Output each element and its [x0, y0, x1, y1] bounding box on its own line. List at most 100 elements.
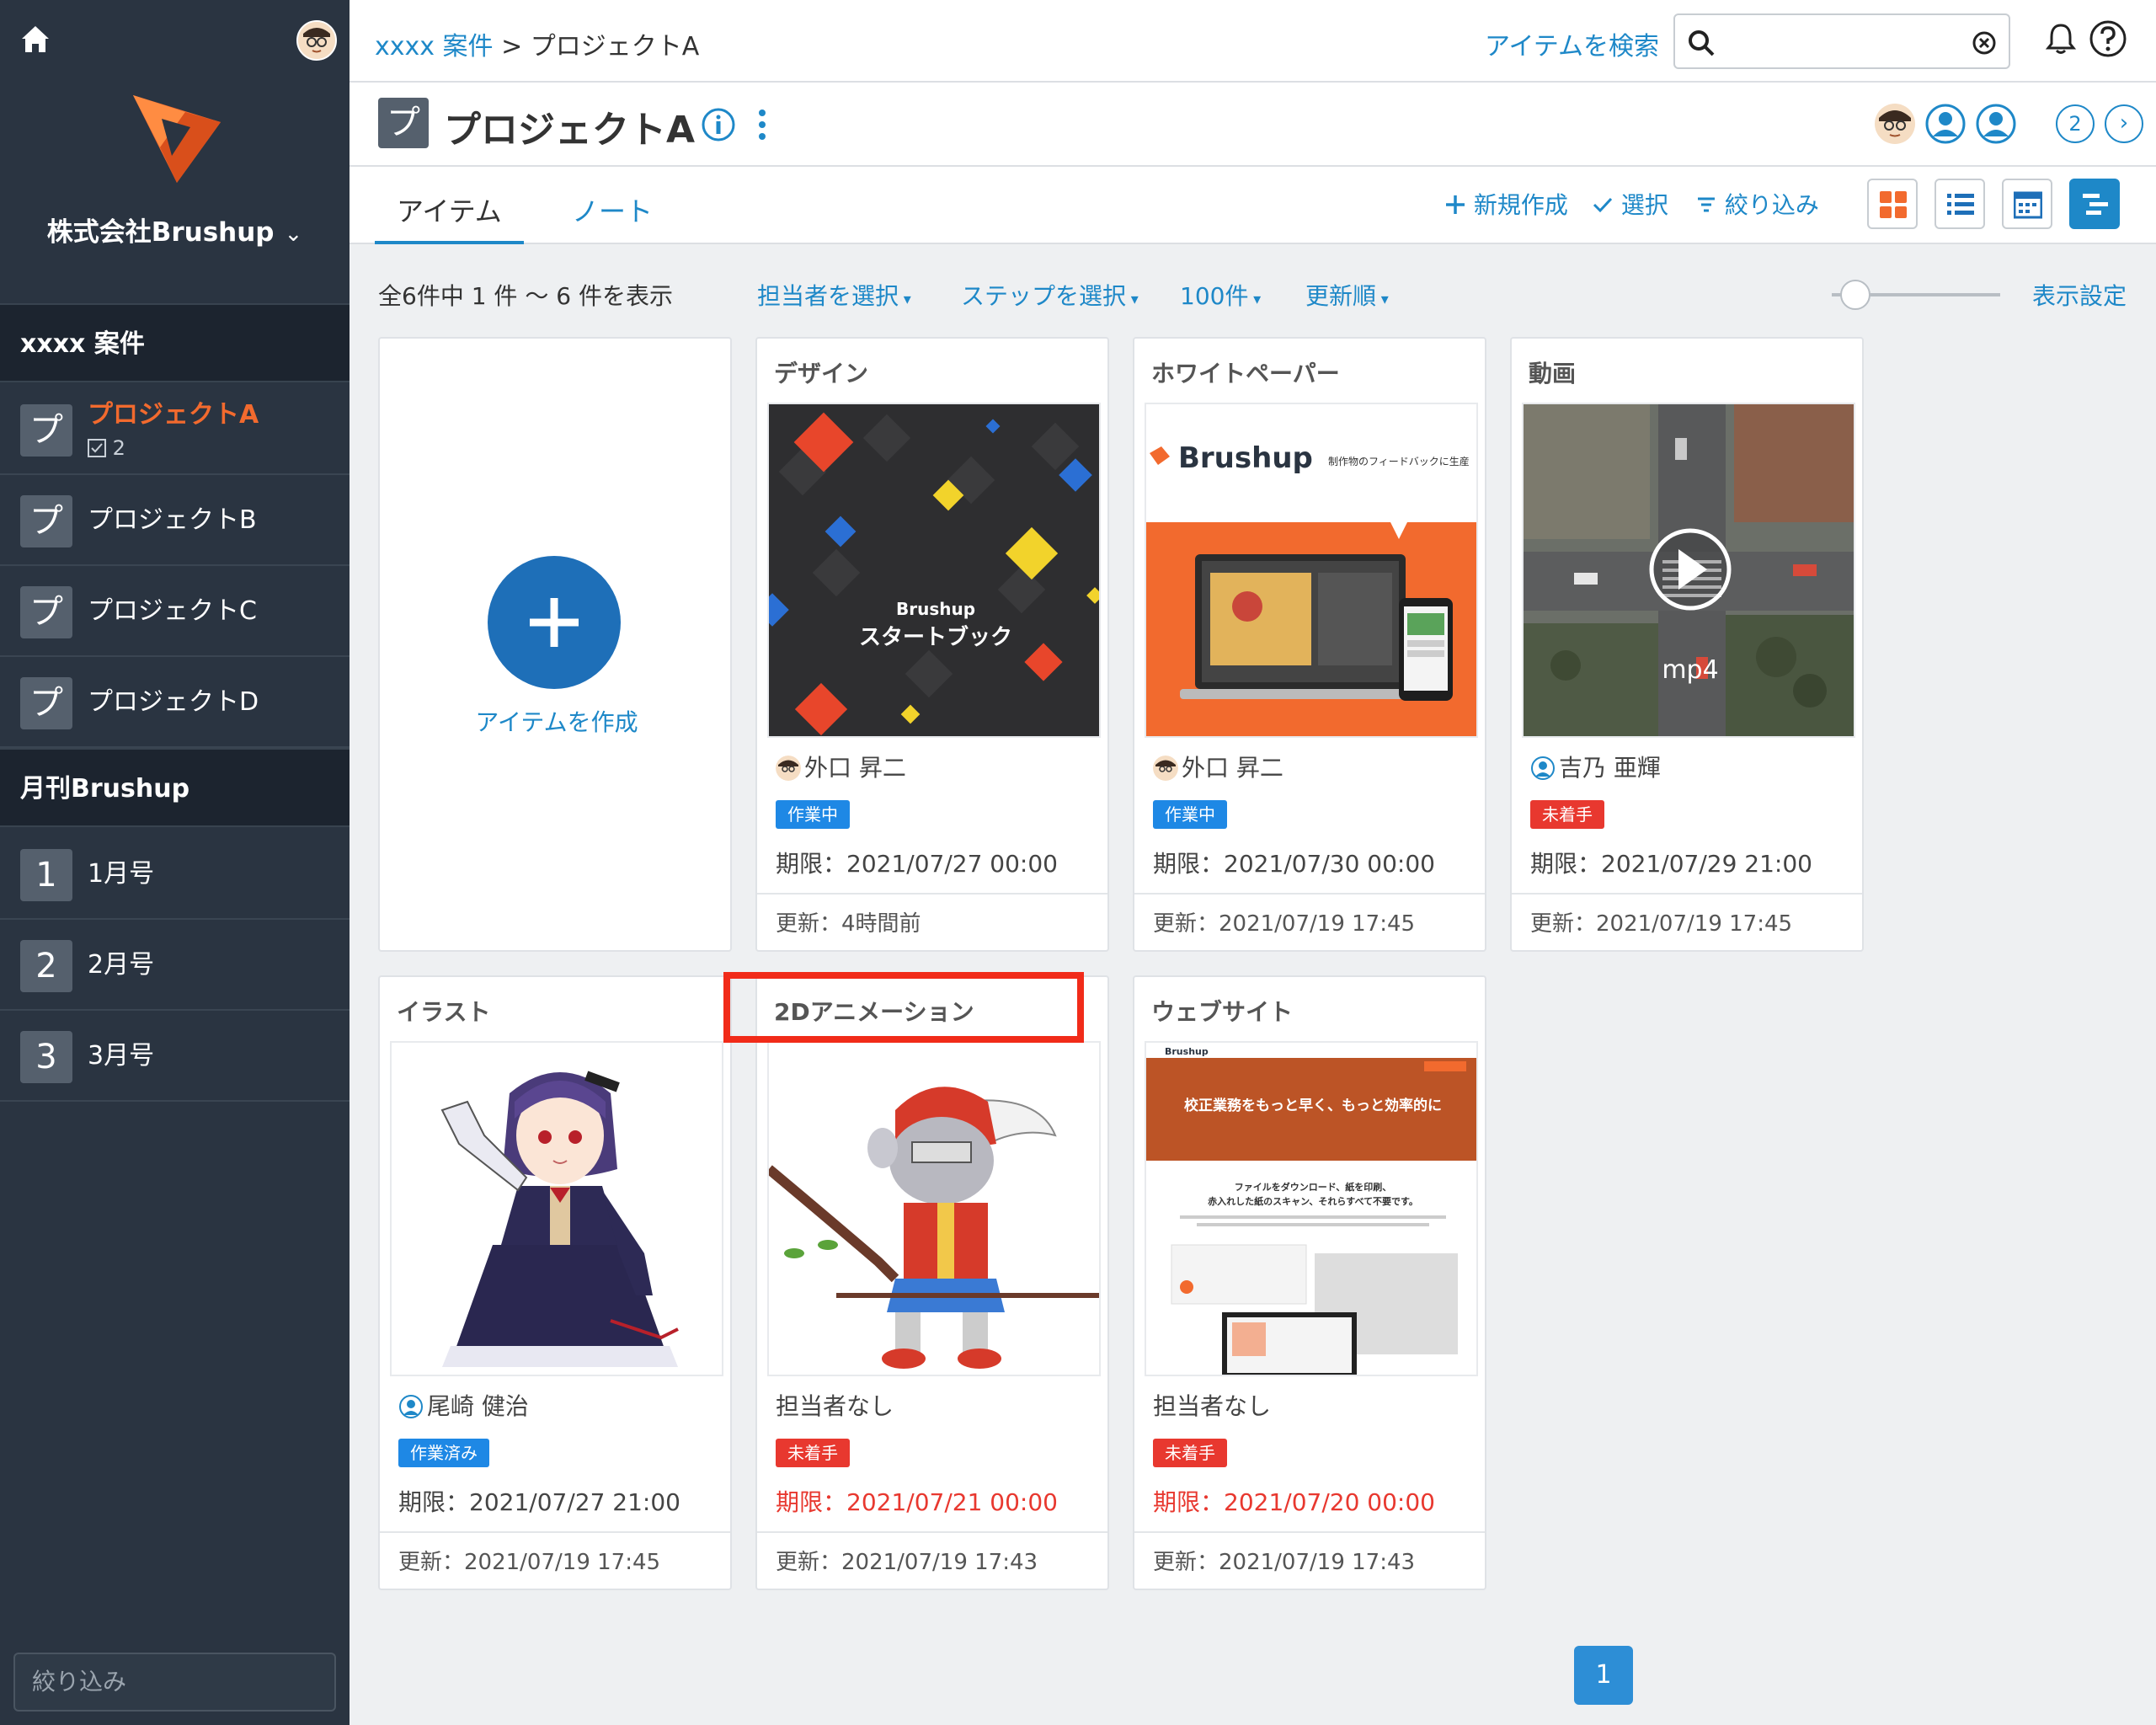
video-thumbnail-image: mp4 — [1524, 404, 1854, 736]
filter-bar: 全6件中 1 件 〜 6 件を表示 担当者を選択 ▾ ステップを選択 ▾ 100… — [350, 244, 2156, 345]
user-icon — [1531, 756, 1555, 780]
assignee-select[interactable]: 担当者を選択 ▾ — [757, 278, 911, 312]
pagination-page-1[interactable]: 1 — [1574, 1646, 1633, 1705]
sidebar-section-title[interactable]: xxxx 案件 — [0, 303, 350, 382]
sidebar-item-project-a[interactable]: プ プロジェクトA 2 — [0, 384, 350, 475]
item-card-2d-animation[interactable]: 2Dアニメーション 担当者なし 未着手 期限：2021/07/21 00:00 … — [755, 975, 1109, 1590]
sidebar-item-label: 1月号 — [88, 859, 155, 889]
grid-view-button[interactable] — [1867, 179, 1918, 229]
sidebar-filter-input[interactable]: 絞り込み — [13, 1653, 336, 1712]
item-card-whitepaper[interactable]: ホワイトペーパー Brushup 制作物のフィードバックに生産 外口 昇二 作業… — [1133, 337, 1486, 952]
sidebar-item-issue-2[interactable]: 2 2月号 — [0, 920, 350, 1011]
sidebar-item-project-b[interactable]: プ プロジェクトB — [0, 475, 350, 566]
filter-button[interactable]: 絞り込み — [1695, 187, 1819, 221]
status-badge: 未着手 — [1530, 800, 1604, 829]
sort-select[interactable]: 更新順 ▾ — [1305, 278, 1389, 312]
breadcrumb-link[interactable]: xxxx 案件 — [375, 32, 494, 61]
card-thumbnail[interactable]: Brushup 制作物のフィードバックに生産 — [1145, 403, 1478, 738]
create-item-label[interactable]: アイテムを作成 — [380, 704, 730, 738]
member-avatar[interactable] — [1924, 103, 1967, 145]
gantt-view-button[interactable] — [2069, 179, 2120, 229]
card-title[interactable]: デザイン — [774, 355, 868, 389]
list-view-button[interactable] — [1935, 179, 1985, 229]
svg-text:赤入れした紙のスキャン、それらすべて不要です。: 赤入れした紙のスキャン、それらすべて不要です。 — [1208, 1195, 1418, 1207]
card-thumbnail[interactable] — [390, 1041, 723, 1376]
caret-down-icon: ▾ — [899, 291, 911, 308]
project-badge: プ — [20, 677, 72, 729]
item-card-illustration[interactable]: イラスト 尾崎 健治 作業済み 期限：2021/07/27 21:00 更新：2… — [378, 975, 732, 1590]
chevron-down-icon: ⌄ — [284, 222, 303, 247]
grid-icon — [1880, 191, 1907, 218]
checkbox-icon — [88, 439, 106, 457]
project-badge: プ — [20, 495, 72, 547]
sidebar-item-issue-3[interactable]: 3 3月号 — [0, 1011, 350, 1102]
main-area: xxxx 案件 > プロジェクトA アイテムを検索 プ プロジェクトA 2 › … — [350, 0, 2156, 1725]
more-options-icon[interactable] — [754, 104, 771, 145]
tab-notes[interactable]: ノート — [572, 190, 653, 244]
project-badge: プ — [20, 404, 72, 457]
card-due-date: 期限：2021/07/20 00:00 — [1153, 1488, 1435, 1516]
create-item-card[interactable]: アイテムを作成 — [378, 337, 732, 952]
sidebar-item-label: 3月号 — [88, 1041, 155, 1071]
item-card-video[interactable]: 動画 mp4 吉乃 亜輝 未着手 期限：2021/07/29 21:00 更新：… — [1510, 337, 1864, 952]
card-title[interactable]: 動画 — [1529, 355, 1576, 389]
search-items-link[interactable]: アイテムを検索 — [1485, 25, 1659, 62]
member-avatar[interactable] — [1975, 103, 2017, 145]
info-icon[interactable] — [700, 106, 737, 143]
svg-text:スタートブック: スタートブック — [859, 624, 1012, 650]
user-avatar[interactable] — [296, 20, 337, 61]
svg-text:Brushup: Brushup — [1165, 1046, 1209, 1057]
svg-text:制作物のフィードバックに生産: 制作物のフィードバックに生産 — [1328, 455, 1470, 467]
sidebar-item-project-c[interactable]: プ プロジェクトC — [0, 566, 350, 657]
breadcrumb-separator: > — [501, 32, 523, 61]
new-item-button[interactable]: 新規作成 — [1444, 187, 1568, 221]
card-thumbnail[interactable]: Brushup 校正業務をもっと早く、もっと効率的に ファイルをダウンロード、紙… — [1145, 1041, 1478, 1376]
caret-down-icon: ▾ — [1248, 291, 1262, 308]
svg-text:mp4: mp4 — [1662, 655, 1718, 685]
help-icon[interactable] — [2088, 19, 2128, 59]
tab-items[interactable]: アイテム — [375, 190, 524, 244]
illustration-thumbnail-image — [392, 1043, 722, 1375]
calendar-view-button[interactable] — [2002, 179, 2052, 229]
issue-badge: 3 — [20, 1031, 72, 1083]
task-count: 2 — [88, 436, 125, 460]
clear-icon[interactable] — [1972, 30, 1997, 56]
company-name: 株式会社Brushup — [46, 217, 275, 248]
card-due-date: 期限：2021/07/29 21:00 — [1530, 850, 1812, 878]
item-card-website[interactable]: ウェブサイト Brushup 校正業務をもっと早く、もっと効率的に ファイルをダ… — [1133, 975, 1486, 1590]
sidebar-item-label: プロジェクトC — [88, 596, 257, 626]
card-thumbnail[interactable] — [767, 1041, 1101, 1376]
caret-down-icon: ▾ — [1376, 291, 1389, 308]
size-slider-handle[interactable] — [1840, 280, 1870, 310]
member-count-badge[interactable]: 2 — [2056, 104, 2095, 143]
card-title[interactable]: イラスト — [397, 994, 490, 1028]
sidebar-section-title[interactable]: 月刊Brushup — [0, 748, 350, 827]
status-badge: 作業中 — [1153, 800, 1227, 829]
home-icon[interactable] — [19, 22, 52, 56]
card-updated: 更新：2021/07/19 17:45 — [1512, 893, 1862, 950]
item-card-design[interactable]: デザイン Brushup スタートブック 外口 昇二 作業中 期限：2021/0… — [755, 337, 1109, 952]
card-assignee: 吉乃 亜輝 — [1530, 750, 1661, 783]
card-updated: 更新：2021/07/19 17:43 — [1134, 1531, 1485, 1589]
step-select[interactable]: ステップを選択 ▾ — [961, 278, 1139, 312]
sidebar-item-project-d[interactable]: プ プロジェクトD — [0, 657, 350, 748]
sidebar-item-label: プロジェクトD — [88, 687, 259, 717]
chevron-right-icon[interactable]: › — [2105, 104, 2143, 143]
select-button[interactable]: 選択 — [1592, 187, 1668, 221]
member-avatar[interactable] — [1874, 103, 1916, 145]
per-page-select[interactable]: 100件 ▾ — [1180, 278, 1261, 312]
add-item-button[interactable] — [488, 556, 621, 689]
bell-icon[interactable] — [2042, 20, 2079, 57]
card-title[interactable]: ウェブサイト — [1151, 994, 1293, 1028]
card-title[interactable]: ホワイトペーパー — [1151, 355, 1340, 389]
card-thumbnail[interactable]: Brushup スタートブック — [767, 403, 1101, 738]
sidebar-item-issue-1[interactable]: 1 1月号 — [0, 829, 350, 920]
card-updated: 更新：4時間前 — [757, 893, 1107, 950]
card-thumbnail[interactable]: mp4 — [1522, 403, 1855, 738]
search-input[interactable] — [1673, 13, 2010, 69]
breadcrumb: xxxx 案件 > プロジェクトA — [375, 25, 699, 62]
company-switcher[interactable]: 株式会社Brushup ⌄ — [0, 211, 350, 248]
plus-icon — [530, 598, 579, 647]
check-icon — [1593, 197, 1613, 213]
display-settings-link[interactable]: 表示設定 — [2032, 278, 2127, 312]
